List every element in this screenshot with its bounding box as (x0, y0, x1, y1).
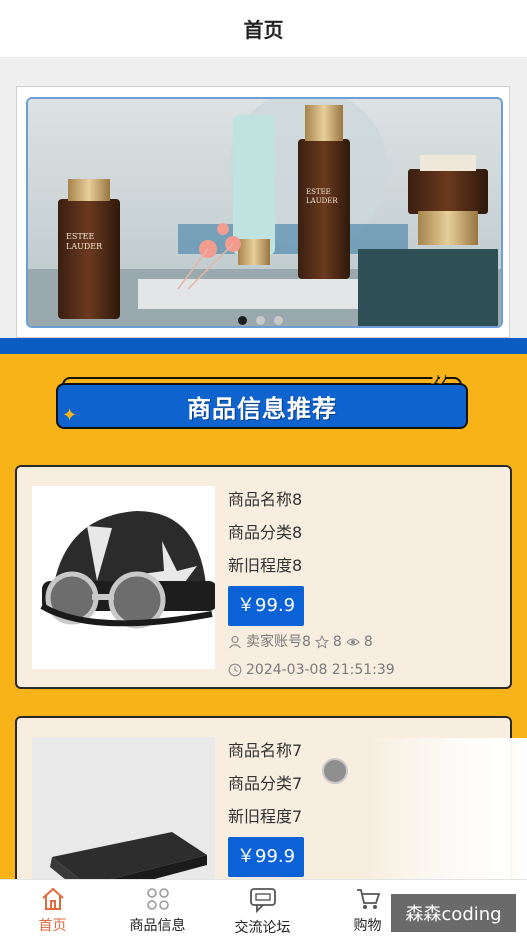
view-count: 8 (363, 634, 373, 650)
page-header: 首页 (0, 0, 527, 58)
carousel-dot[interactable] (256, 316, 265, 325)
carousel-indicators[interactable] (238, 316, 283, 325)
product-name: 商品名称8 (228, 490, 303, 509)
product-info: 商品名称8 商品分类8 新旧程度8 ￥99.9 卖家账号8 8 8 2024-0… (228, 485, 498, 682)
favorite-count: 8 (332, 634, 342, 650)
product-card[interactable]: 商品名称8 商品分类8 新旧程度8 ￥99.9 卖家账号8 8 8 2024-0… (15, 465, 512, 689)
product-price: ￥99.9 (228, 837, 305, 877)
scroll-fade (368, 738, 527, 879)
svg-text:ESTEE: ESTEE (306, 188, 331, 196)
user-icon (229, 635, 241, 649)
product-price: ￥99.9 (228, 586, 305, 626)
carousel-dot[interactable] (274, 316, 283, 325)
tab-label: 首页 (38, 918, 67, 934)
quote-icon: ” (428, 369, 448, 404)
eye-icon (346, 638, 360, 646)
product-category: 商品分类8 (228, 523, 303, 542)
section-title: 商品信息推荐 (187, 394, 337, 423)
tab-products[interactable]: 商品信息 (105, 880, 210, 943)
grid-icon (146, 888, 169, 910)
touch-cursor-indicator (322, 758, 348, 784)
section-divider (0, 338, 527, 354)
tab-label: 购物 (353, 918, 382, 934)
product-image[interactable] (32, 486, 215, 669)
helmet-icon (32, 486, 215, 669)
home-icon (41, 887, 64, 910)
section-heading: ✦ 商品信息推荐 ” (56, 369, 470, 433)
cart-icon (356, 889, 380, 909)
banner-image: ESTEE LAUDER ESTEE LAUDER (28, 99, 501, 326)
clock-icon (228, 663, 242, 677)
tab-forum[interactable]: 交流论坛 (210, 880, 315, 943)
page-title: 首页 (243, 18, 284, 42)
svg-text:ESTEE: ESTEE (66, 232, 94, 241)
product-time: 2024-03-08 21:51:39 (246, 662, 395, 678)
tab-label: 商品信息 (129, 918, 186, 934)
product-meta: 卖家账号8 8 8 (228, 630, 498, 654)
watermark: 森森coding (391, 894, 516, 932)
star-icon (314, 635, 329, 649)
chat-icon (249, 888, 276, 913)
banner-carousel[interactable]: ESTEE LAUDER ESTEE LAUDER (26, 97, 503, 328)
svg-text:LAUDER: LAUDER (306, 197, 338, 205)
tab-label: 交流论坛 (234, 920, 291, 936)
tab-home[interactable]: 首页 (0, 880, 105, 943)
svg-text:LAUDER: LAUDER (66, 242, 103, 251)
carousel-dot[interactable] (238, 316, 247, 325)
seller-account: 卖家账号8 (246, 634, 311, 650)
product-time-row: 2024-03-08 21:51:39 (228, 658, 498, 682)
product-condition: 新旧程度8 (228, 556, 303, 575)
